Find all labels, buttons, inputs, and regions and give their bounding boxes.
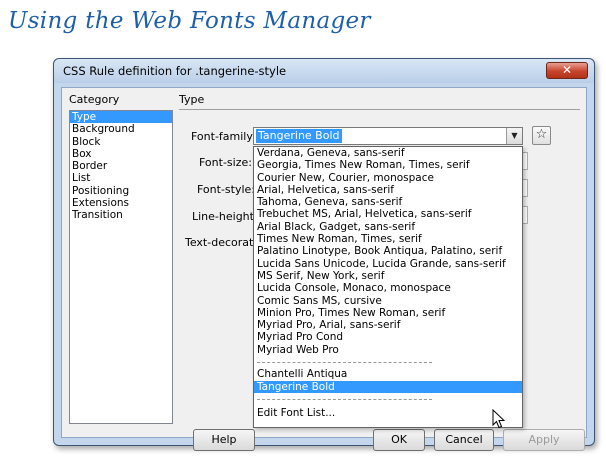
font-option[interactable]: Palatino Linotype, Book Antiqua, Palatin… [254,245,522,257]
font-family-select[interactable]: Tangerine Bold ▼ [253,127,523,145]
font-option[interactable]: Times New Roman, Times, serif [254,233,522,245]
chevron-down-icon[interactable]: ▼ [506,128,522,144]
font-family-value[interactable]: Tangerine Bold [256,129,342,143]
panel-title: Type [179,93,205,106]
font-option[interactable]: Tahoma, Geneva, sans-serif [254,196,522,208]
font-option[interactable]: Lucida Console, Monaco, monospace [254,282,522,294]
font-option[interactable]: Comic Sans MS, cursive [254,295,522,307]
font-option[interactable]: Myriad Web Pro [254,344,522,356]
font-option[interactable]: Verdana, Geneva, sans-serif [254,147,522,159]
category-item-extensions[interactable]: Extensions [70,197,172,209]
category-list[interactable]: Type Background Block Box Border List Po… [69,110,173,424]
panel-divider [179,109,580,110]
dropdown-separator [254,356,522,368]
close-icon: ✕ [561,63,573,77]
font-style-label: Font-style: [197,183,256,196]
font-option[interactable]: Lucida Sans Unicode, Lucida Grande, sans… [254,258,522,270]
font-option[interactable]: Georgia, Times New Roman, Times, serif [254,159,522,171]
css-rule-dialog: CSS Rule definition for .tangerine-style… [53,58,595,451]
font-size-label: Font-size: [199,156,252,169]
ok-button[interactable]: OK [373,429,425,451]
star-icon[interactable]: ☆ [532,126,551,145]
web-font-option-chantelli[interactable]: Chantelli Antiqua [254,368,522,380]
apply-button[interactable]: Apply [503,429,585,451]
category-label: Category [69,93,120,106]
edit-font-list-item[interactable]: Edit Font List... [254,407,522,419]
page-heading: Using the Web Fonts Manager [8,8,371,34]
font-option[interactable]: Myriad Pro, Arial, sans-serif [254,319,522,331]
web-font-option-tangerine[interactable]: Tangerine Bold [254,380,522,393]
category-item-list[interactable]: List [70,172,172,184]
category-item-transition[interactable]: Transition [70,209,172,221]
font-option[interactable]: Arial Black, Gadget, sans-serif [254,221,522,233]
cancel-button[interactable]: Cancel [434,429,494,451]
mouse-pointer-icon [492,409,506,429]
category-item-box[interactable]: Box [70,148,172,160]
font-option[interactable]: Minion Pro, Times New Roman, serif [254,307,522,319]
line-height-label: Line-height: [192,210,258,223]
font-option[interactable]: Arial, Helvetica, sans-serif [254,184,522,196]
font-option[interactable]: Myriad Pro Cond [254,331,522,343]
font-option[interactable]: Trebuchet MS, Arial, Helvetica, sans-ser… [254,208,522,220]
text-decoration-label: Text-decoratio [185,236,264,249]
dialog-body: Category Type Background Block Box Borde… [61,87,587,451]
category-item-block[interactable]: Block [70,136,172,148]
category-item-type[interactable]: Type [70,111,172,124]
help-button[interactable]: Help [193,429,255,451]
category-item-border[interactable]: Border [70,160,172,172]
category-item-background[interactable]: Background [70,123,172,135]
font-family-dropdown[interactable]: Verdana, Geneva, sans-serif Georgia, Tim… [253,146,523,428]
dialog-titlebar[interactable]: CSS Rule definition for .tangerine-style… [54,59,594,83]
close-button[interactable]: ✕ [546,62,588,79]
font-option[interactable]: MS Serif, New York, serif [254,270,522,282]
dialog-title: CSS Rule definition for .tangerine-style [63,64,287,78]
font-option[interactable]: Courier New, Courier, monospace [254,172,522,184]
category-item-positioning[interactable]: Positioning [70,185,172,197]
dropdown-separator [254,393,522,405]
font-family-label: Font-family: [191,130,256,143]
